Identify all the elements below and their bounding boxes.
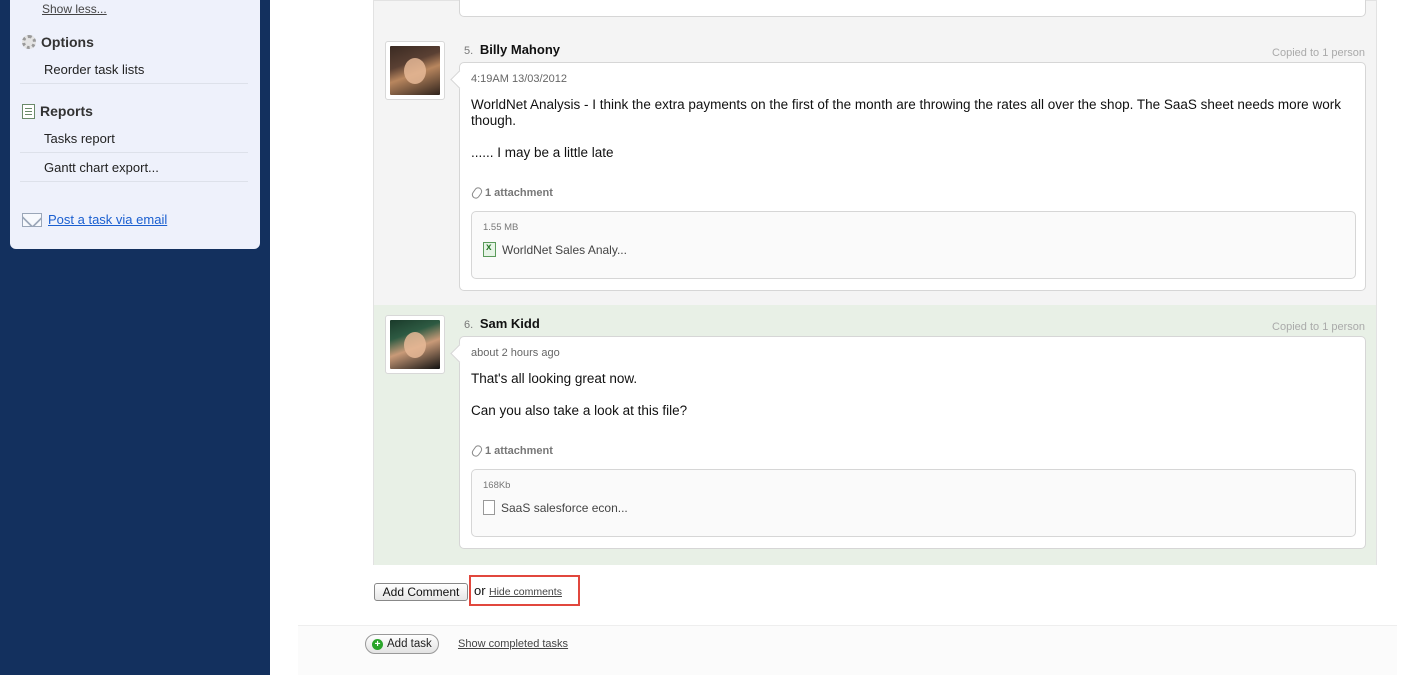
paperclip-icon xyxy=(470,185,484,201)
reports-icon xyxy=(22,103,35,119)
comment-bubble: about 2 hours ago That's all looking gre… xyxy=(459,336,1366,549)
comment-number: 5. xyxy=(464,45,474,57)
comment-paragraph: WorldNet Analysis - I think the extra pa… xyxy=(471,97,1341,128)
sidebar-item-label: Tasks report xyxy=(44,131,115,146)
attachment-label: 1 attachment xyxy=(485,187,553,199)
reports-title: Reports xyxy=(40,103,93,119)
file-size: 1.55 MB xyxy=(483,222,519,233)
attachment-label: 1 attachment xyxy=(485,445,553,457)
main-content: 5. Billy Mahony Copied to 1 person 4:19A… xyxy=(270,0,1419,675)
post-task-email: Post a task via email xyxy=(22,212,167,227)
attachment-count: 1 attachment xyxy=(470,185,553,201)
show-less-link[interactable]: Show less... xyxy=(42,2,107,16)
avatar-photo xyxy=(390,320,440,369)
comment-paragraph: That's all looking great now. xyxy=(471,371,638,386)
add-task-label: Add task xyxy=(387,638,432,650)
comment-paragraph: Can you also take a look at this file? xyxy=(471,403,688,418)
add-comment-button[interactable]: Add Comment xyxy=(374,583,468,601)
comment-author: 6. Sam Kidd xyxy=(464,316,540,331)
attachment-file-link[interactable]: SaaS salesforce econ... xyxy=(483,500,628,515)
comment-item: 5. Billy Mahony Copied to 1 person 4:19A… xyxy=(374,31,1376,305)
sidebar-item-label: Gantt chart export... xyxy=(44,160,159,175)
plus-icon: + xyxy=(372,638,383,650)
show-completed-tasks-link[interactable]: Show completed tasks xyxy=(458,638,568,650)
copied-to-label: Copied to 1 person xyxy=(1272,47,1365,59)
comment-number: 6. xyxy=(464,319,474,331)
comment-item: 6. Sam Kidd Copied to 1 person about 2 h… xyxy=(374,305,1376,565)
options-heading: Options xyxy=(22,34,94,50)
comment-timestamp: 4:19AM 13/03/2012 xyxy=(471,73,568,85)
options-title: Options xyxy=(41,34,94,50)
sidebar: Show less... Options Reorder task lists … xyxy=(10,0,260,249)
reports-heading: Reports xyxy=(22,103,93,119)
post-task-via-email-link[interactable]: Post a task via email xyxy=(48,212,167,227)
gear-icon xyxy=(22,35,36,49)
avatar-photo xyxy=(390,46,440,95)
hide-comments-link[interactable]: Hide comments xyxy=(489,586,562,598)
envelope-icon xyxy=(22,212,42,227)
author-name: Sam Kidd xyxy=(479,316,540,331)
avatar xyxy=(385,41,445,100)
sidebar-item-reorder-task-lists[interactable]: Reorder task lists xyxy=(20,55,248,84)
attachment-box: 1.55 MB WorldNet Sales Analy... xyxy=(471,211,1356,279)
comment-author: 5. Billy Mahony xyxy=(464,42,560,57)
document-file-icon xyxy=(483,500,495,515)
sidebar-item-tasks-report[interactable]: Tasks report xyxy=(20,124,248,153)
attachment-box: 168Kb SaaS salesforce econ... xyxy=(471,469,1356,537)
attachment-file-link[interactable]: WorldNet Sales Analy... xyxy=(483,242,627,257)
task-footer xyxy=(298,625,1397,675)
copied-to-label: Copied to 1 person xyxy=(1272,321,1365,333)
file-name: SaaS salesforce econ... xyxy=(501,500,628,515)
comment-bubble: 4:19AM 13/03/2012 WorldNet Analysis - I … xyxy=(459,62,1366,291)
paperclip-icon xyxy=(470,443,484,459)
comment-thread: 5. Billy Mahony Copied to 1 person 4:19A… xyxy=(373,0,1377,565)
attachment-count: 1 attachment xyxy=(470,443,553,459)
add-task-button[interactable]: + Add task xyxy=(365,634,439,654)
author-name: Billy Mahony xyxy=(479,42,560,57)
spreadsheet-file-icon xyxy=(483,242,496,257)
file-size: 168Kb xyxy=(483,480,511,491)
comment-timestamp: about 2 hours ago xyxy=(471,347,560,359)
sidebar-item-gantt-chart-export[interactable]: Gantt chart export... xyxy=(20,153,248,182)
sidebar-item-label: Reorder task lists xyxy=(44,62,145,77)
file-name: WorldNet Sales Analy... xyxy=(502,242,627,257)
avatar xyxy=(385,315,445,374)
previous-comment-bubble xyxy=(459,0,1366,17)
comment-paragraph: ...... I may be a little late xyxy=(471,145,614,160)
